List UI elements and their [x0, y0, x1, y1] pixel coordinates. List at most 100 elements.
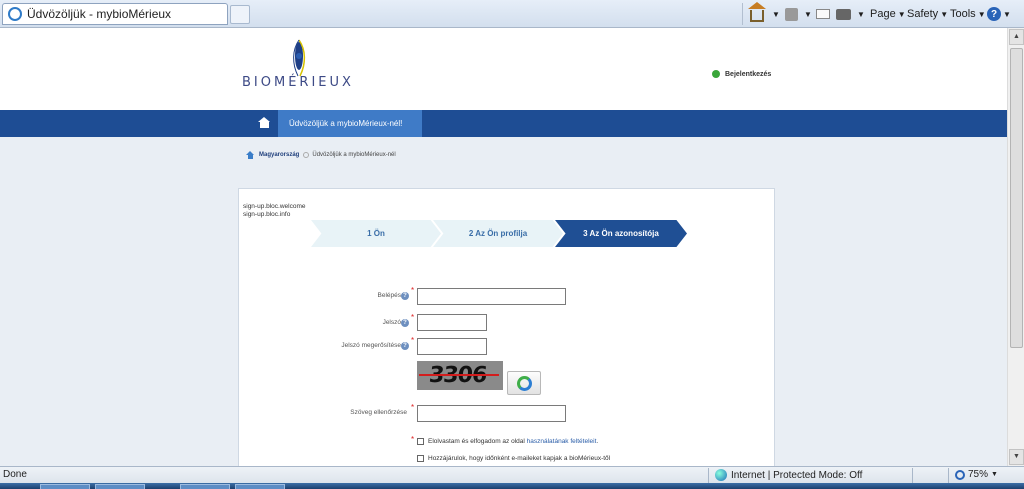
mail-icon — [816, 9, 830, 19]
chevron-down-icon: ▼ — [1003, 9, 1011, 19]
print-button[interactable]: ▼ — [836, 4, 865, 24]
signup-welcome-key: sign-up.bloc.welcome — [243, 203, 306, 210]
chevron-down-icon: ▼ — [991, 471, 998, 478]
status-divider — [708, 468, 709, 483]
status-divider — [948, 468, 949, 483]
security-zone-label: Internet | Protected Mode: Off — [731, 469, 863, 481]
zoom-label: 75% — [968, 469, 989, 480]
terms-suffix: . — [596, 438, 599, 445]
chevron-down-icon[interactable]: ▼ — [772, 10, 780, 19]
captcha-strike — [419, 374, 499, 376]
tab-title: Üdvözöljük - mybioMérieux — [27, 7, 172, 21]
home-icon — [748, 2, 766, 22]
tools-menu[interactable]: Tools ▼ — [950, 4, 986, 24]
help-icon[interactable]: ? — [401, 342, 409, 350]
captcha-input[interactable] — [417, 405, 566, 422]
status-text: Done — [3, 469, 27, 480]
text-check-label: Szöveg ellenőrzése — [350, 409, 407, 416]
signup-info-key: sign-up.bloc.info — [243, 211, 291, 218]
terms-prefix: Elolvastam és elfogadom az oldal — [428, 438, 527, 445]
signup-keys: sign-up.bloc.welcome sign-up.bloc.info — [243, 203, 306, 219]
page-menu[interactable]: Page ▼ — [870, 4, 906, 24]
page-viewport: BIOMÉRIEUX Bejelentkezés Üdvözöljük a my… — [0, 28, 1007, 466]
safety-menu-label: Safety — [907, 8, 939, 20]
scroll-thumb[interactable] — [1010, 48, 1023, 348]
breadcrumb-current: Üdvözöljük a mybioMérieux-nél — [312, 152, 396, 158]
feed-icon — [785, 7, 798, 21]
step-3: 3 Az Ön azonosítója — [555, 220, 687, 247]
required-marker: * — [411, 435, 415, 444]
terms-label: Elolvastam és elfogadom az oldal használ… — [428, 438, 598, 445]
status-bar: Done Internet | Protected Mode: Off 75% … — [0, 466, 1024, 483]
step-2: 2 Az Ön profilja — [433, 220, 563, 247]
chevron-down-icon[interactable]: ▼ — [804, 10, 812, 19]
zoom-icon — [955, 469, 965, 480]
newsletter-label: Hozzájárulok, hogy időnként e-maileket k… — [428, 455, 611, 462]
login-link[interactable]: Bejelentkezés — [712, 70, 771, 78]
required-marker: * — [411, 286, 415, 295]
nav-home-button[interactable] — [250, 110, 278, 137]
scroll-down-icon[interactable]: ▼ — [1009, 449, 1024, 465]
login-link-label: Bejelentkezés — [725, 70, 772, 78]
home-button[interactable]: ▼ — [748, 2, 780, 24]
login-label: Belépés — [377, 292, 402, 299]
toolbar-separator — [742, 3, 743, 25]
taskbar-button[interactable] — [40, 484, 90, 489]
chevron-down-icon: ▼ — [977, 9, 986, 19]
logo-mark-icon — [293, 39, 306, 77]
chevron-down-icon: ▼ — [940, 9, 949, 19]
ie-icon — [8, 7, 22, 21]
security-zone[interactable]: Internet | Protected Mode: Off — [715, 469, 862, 481]
breadcrumb: Magyarország Üdvözöljük a mybioMérieux-n… — [246, 151, 396, 159]
password-confirm-input[interactable] — [417, 338, 487, 355]
password-confirm-label: Jelszó megerősítése — [341, 342, 401, 349]
terms-checkbox[interactable] — [417, 438, 424, 445]
browser-toolbar: Üdvözöljük - mybioMérieux ▼ ▼ ▼ Page ▼ Sa… — [0, 0, 1024, 28]
required-marker: * — [411, 313, 415, 322]
help-icon: ? — [987, 7, 1001, 21]
taskbar-button[interactable] — [95, 484, 145, 489]
browser-tab[interactable]: Üdvözöljük - mybioMérieux — [2, 3, 228, 25]
login-input[interactable] — [417, 288, 566, 305]
tools-menu-label: Tools — [950, 8, 976, 20]
main-nav: Üdvözöljük a mybioMérieux-nél! — [0, 110, 1007, 137]
status-dot-icon — [712, 70, 720, 78]
os-taskbar — [0, 483, 1024, 489]
terms-link[interactable]: használatának feltételeit — [527, 438, 597, 445]
safety-menu[interactable]: Safety ▼ — [907, 4, 948, 24]
signup-steps: 1 Ön 2 Az Ön profilja 3 Az Ön azonosítój… — [311, 220, 687, 247]
home-icon — [246, 151, 254, 159]
home-icon — [257, 117, 270, 128]
page-scrollbar[interactable]: ▲ ▼ — [1007, 28, 1024, 466]
site-header: BIOMÉRIEUX Bejelentkezés — [0, 28, 1007, 110]
newsletter-checkbox[interactable] — [417, 455, 424, 462]
refresh-icon — [516, 375, 532, 391]
breadcrumb-separator-icon — [303, 152, 310, 158]
signup-panel: sign-up.bloc.welcome sign-up.bloc.info 1… — [238, 188, 775, 466]
read-mail-button[interactable] — [816, 4, 830, 24]
print-icon — [836, 8, 851, 20]
chevron-down-icon[interactable]: ▼ — [857, 10, 865, 19]
scroll-up-icon[interactable]: ▲ — [1009, 29, 1024, 45]
step-1: 1 Ön — [311, 220, 441, 247]
logo-text: BIOMÉRIEUX — [242, 75, 354, 90]
help-menu[interactable]: ? ▼ — [987, 4, 1011, 24]
help-icon[interactable]: ? — [401, 292, 409, 300]
feeds-button[interactable]: ▼ — [785, 4, 812, 24]
password-input[interactable] — [417, 314, 487, 331]
taskbar-button[interactable] — [180, 484, 230, 489]
nav-tab-welcome[interactable]: Üdvözöljük a mybioMérieux-nél! — [278, 110, 422, 137]
new-tab-button[interactable] — [230, 5, 250, 24]
globe-icon — [715, 469, 727, 481]
chevron-down-icon: ▼ — [897, 9, 906, 19]
status-divider — [912, 468, 913, 483]
biomerieux-logo[interactable]: BIOMÉRIEUX — [242, 36, 362, 106]
zoom-control[interactable]: 75% ▼ — [955, 469, 998, 480]
captcha-image: 3306 — [417, 361, 503, 390]
breadcrumb-country[interactable]: Magyarország — [259, 152, 299, 158]
taskbar-button[interactable] — [235, 484, 285, 489]
page-menu-label: Page — [870, 8, 896, 20]
captcha-refresh-button[interactable] — [507, 371, 541, 395]
help-icon[interactable]: ? — [401, 319, 409, 327]
required-marker: * — [411, 336, 415, 345]
